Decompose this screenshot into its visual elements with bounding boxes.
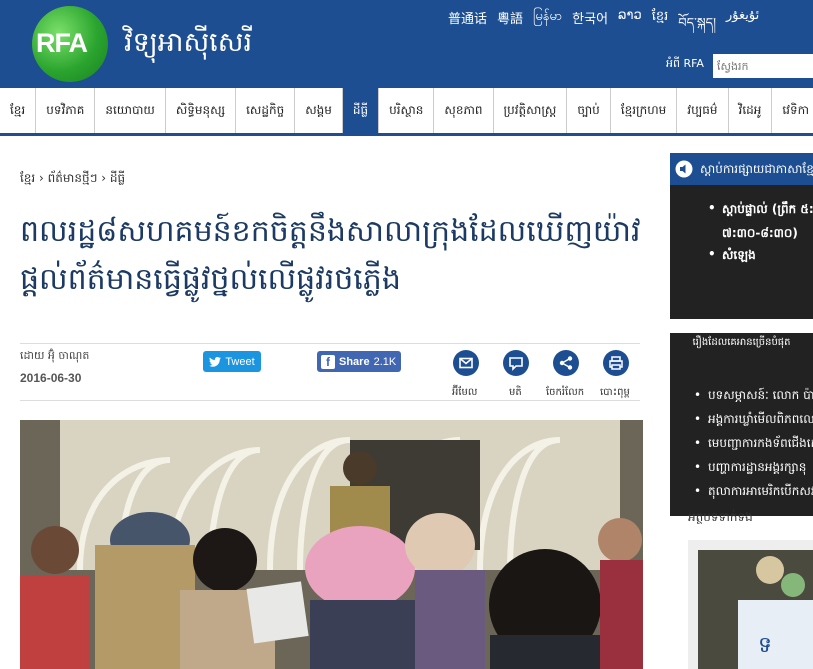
language-link[interactable]: မြန်မာ xyxy=(533,8,572,28)
nav-item[interactable]: ខ្មែរក្រហម xyxy=(611,88,678,133)
language-bar: 普通话 粵語 မြန်မာ 한국어 ລາວ ខ្មែរ བོད་སྐད། ئۇي… xyxy=(448,8,769,31)
language-link[interactable]: ລາວ xyxy=(618,8,652,28)
list-item[interactable]: អង្គការឃ្លាំមើលពិភពលោក xyxy=(694,407,813,431)
breadcrumb[interactable]: ខ្មែរ › ព័ត៌មានថ្មីៗ › ដីធ្លី xyxy=(20,170,125,188)
language-link[interactable]: ខ្មែរ xyxy=(652,8,679,28)
facebook-icon: f xyxy=(321,354,335,369)
nav-item[interactable]: បរិស្ថាន xyxy=(379,88,435,133)
radio-header: ស្ដាប់ការផ្សាយជាភាសាខ្មែរ xyxy=(670,153,813,185)
article-photo xyxy=(20,420,643,669)
language-link[interactable]: 普通话 xyxy=(448,8,497,28)
nav-item[interactable]: នយោបាយ xyxy=(95,88,166,133)
svg-text:ទ: ទ xyxy=(758,633,772,658)
nav-item-active[interactable]: ដីធ្លី xyxy=(342,88,380,133)
language-link[interactable]: 한국어 xyxy=(572,8,618,28)
comment-icon[interactable] xyxy=(503,350,529,376)
radio-list: សំឡេង xyxy=(708,247,756,265)
share-icon[interactable] xyxy=(553,350,579,376)
speaker-icon xyxy=(675,160,693,178)
radio-list: ស្ដាប់ផ្ទាល់ (ព្រឹក ៥:៣០-៦:៣០ ល្ងាច ៧:៣០… xyxy=(708,201,813,219)
share-tool-label[interactable]: ចែករំលែក xyxy=(546,385,584,400)
twitter-bird-icon xyxy=(209,356,222,367)
share-count: 2.1K xyxy=(373,355,397,368)
rfa-logo-text[interactable]: RFA xyxy=(36,28,106,59)
nav-item[interactable]: វេទិកា xyxy=(772,88,813,133)
most-read-title: រឿងដែលគេអានច្រើនបំផុត xyxy=(692,337,791,348)
nav-item[interactable]: សុខភាព xyxy=(434,88,494,133)
tweet-button[interactable]: Tweet xyxy=(203,351,261,372)
print-icon[interactable] xyxy=(603,350,629,376)
print-label[interactable]: បោះពុម្ព xyxy=(600,385,630,400)
comment-label[interactable]: មតិ xyxy=(509,385,522,400)
related-thumbnail[interactable]: ទ xyxy=(688,540,813,669)
nav-item[interactable]: ប្រវត្តិសាស្ត្រ xyxy=(494,88,568,133)
language-link[interactable]: 粵語 xyxy=(497,8,533,28)
list-item[interactable]: បញ្ហាការដ្ឋានអង្គរក្សានុ xyxy=(694,455,813,479)
nav-item[interactable]: វិដេអូ xyxy=(729,88,773,133)
nav-item[interactable]: សិទ្ធិមនុស្ស xyxy=(166,88,237,133)
main-nav: ខ្មែរ បទវិភាគ នយោបាយ សិទ្ធិមនុស្ស សេដ្ឋក… xyxy=(0,88,813,136)
most-read-box: រឿងដែលគេអានច្រើនបំផុត បទសម្ភាសន៍ៈ លោក ប៉… xyxy=(670,333,813,516)
tweet-label: Tweet xyxy=(225,355,255,368)
byline: ដោយ អ៊ុំ ចាណុត xyxy=(20,349,90,362)
article-headline: ពលរដ្ឋ៨សហគមន៍ខកចិត្តនឹងសាលាក្រុងដែលឃើញយ៉… xyxy=(20,214,641,297)
page: RFA វិទ្យុអាស៊ីសេរី 普通话 粵語 မြန်မာ 한국어 ລາ… xyxy=(0,0,813,669)
divider xyxy=(20,343,640,344)
site-name[interactable]: វិទ្យុអាស៊ីសេរី xyxy=(124,26,252,65)
radio-time: ៧:៣០-៨:៣០) xyxy=(722,226,798,240)
nav-item[interactable]: ខ្មែរ xyxy=(0,88,37,133)
radio-box: ស្ដាប់ការផ្សាយជាភាសាខ្មែរ ស្ដាប់ផ្ទាល់ (… xyxy=(670,153,813,319)
about-rfa-link[interactable]: អំពី RFA xyxy=(666,57,704,73)
list-item[interactable]: ស្ដាប់ផ្ទាល់ (ព្រឹក ៥:៣០-៦:៣០ ល្ងាច ៧:៣០… xyxy=(708,201,813,219)
facebook-share-button[interactable]: f Share 2.1K xyxy=(317,351,401,372)
related-section-label: អត្ថបទទាក់ទង xyxy=(688,510,753,524)
nav-item[interactable]: សង្គម xyxy=(295,88,343,133)
language-link[interactable]: བོད་སྐད། xyxy=(678,8,726,31)
list-item[interactable]: សំឡេង xyxy=(708,247,756,265)
nav-item[interactable]: បទវិភាគ xyxy=(36,88,96,133)
list-item[interactable]: មេបញ្ជាការកងទ័ពជើងគោក xyxy=(694,431,813,455)
divider xyxy=(20,400,640,401)
email-icon[interactable] xyxy=(453,350,479,376)
most-read-list: បទសម្ភាសន៍ៈ លោក ប៉ាន់ សុភ័ណ្ឌ អង្គការឃ្ល… xyxy=(694,383,813,503)
site-header: RFA វិទ្យុអាស៊ីសេរី 普通话 粵語 မြန်မာ 한국어 ລາ… xyxy=(0,0,813,88)
nav-item[interactable]: វប្បធម៌ xyxy=(677,88,729,133)
language-link[interactable]: ئۇيغۇر xyxy=(726,8,769,28)
radio-title: ស្ដាប់ការផ្សាយជាភាសាខ្មែរ xyxy=(700,162,813,176)
nav-item[interactable]: ច្បាប់ xyxy=(567,88,611,133)
nav-item[interactable]: សេដ្ឋកិច្ច xyxy=(236,88,296,133)
share-label: Share xyxy=(339,355,370,368)
list-item[interactable]: តុលាការអាមេរិកបើកសវនាការ xyxy=(694,479,813,503)
email-label[interactable]: អ៊ីមែល xyxy=(452,385,477,400)
search-input[interactable] xyxy=(713,54,813,78)
publish-date: 2016-06-30 xyxy=(20,371,82,385)
list-item[interactable]: បទសម្ភាសន៍ៈ លោក ប៉ាន់ សុភ័ណ្ឌ xyxy=(694,383,813,407)
